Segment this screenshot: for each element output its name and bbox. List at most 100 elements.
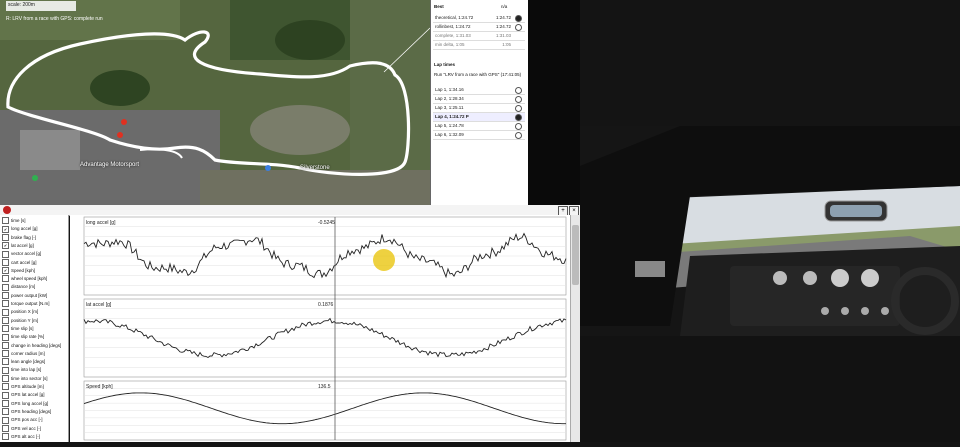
channel-item[interactable]: distance [m] xyxy=(2,283,66,292)
channel-label: GPS lat accel [g] xyxy=(11,392,45,398)
channel-item[interactable]: GPS alt acc [-] xyxy=(2,433,66,442)
checkbox-icon[interactable] xyxy=(2,391,9,399)
radio-icon[interactable] xyxy=(515,24,522,31)
checkbox-icon[interactable] xyxy=(2,424,9,432)
channel-item[interactable]: time slip rate [%] xyxy=(2,333,66,342)
channel-item[interactable]: wheel speed [kph] xyxy=(2,275,66,284)
channel-label: lat accel [g] xyxy=(11,242,34,248)
channel-label: GPS vel acc [-] xyxy=(11,425,42,431)
checkbox-checked-icon[interactable]: ✔ xyxy=(2,242,9,250)
channel-label: corner radius [m] xyxy=(11,350,45,356)
channel-item[interactable]: brake flag [-] xyxy=(2,233,66,243)
checkbox-icon[interactable] xyxy=(2,316,9,324)
best-row-complete[interactable]: complete, 1:31.03 1:31.03 xyxy=(433,32,525,41)
checkbox-icon[interactable] xyxy=(2,275,9,283)
graph-area[interactable]: long accel [g] -0.5245 lat accel [g] 0.1876… xyxy=(70,215,570,442)
checkbox-icon[interactable] xyxy=(2,325,9,333)
video-frame xyxy=(580,126,960,336)
channel-label: distance [m] xyxy=(11,284,36,290)
channel-item[interactable]: cart accel [g] xyxy=(2,258,66,268)
lap-item-4[interactable]: Lap 4, 1:24.72 P xyxy=(433,113,525,122)
channel-label: GPS alt acc [-] xyxy=(11,433,41,439)
channel-label: torque output [N.m] xyxy=(11,301,50,306)
best-row-theoretical[interactable]: theoretical, 1:24.72 1:24.72 xyxy=(433,14,525,23)
lap-item-6[interactable]: Lap 6, 1:32.09 xyxy=(433,131,525,140)
channel-item[interactable]: vector accel [g] xyxy=(2,250,66,259)
checkbox-icon[interactable] xyxy=(2,283,9,291)
checkbox-icon[interactable] xyxy=(2,399,9,407)
channel-label: time into lap [s] xyxy=(11,367,42,373)
checkbox-icon[interactable] xyxy=(2,300,9,308)
graph-label: long accel [g] xyxy=(86,220,116,226)
channel-item[interactable]: GPS heading [degs] xyxy=(2,408,66,417)
channel-item[interactable]: lean angle [degs] xyxy=(2,358,66,367)
onboard-video[interactable] xyxy=(580,126,960,336)
channel-item[interactable]: time into sector [s] xyxy=(2,375,66,384)
channel-item[interactable]: change in heading [degs] xyxy=(2,341,66,351)
checkbox-icon[interactable] xyxy=(2,350,9,358)
radio-icon[interactable] xyxy=(515,114,522,121)
radio-icon[interactable] xyxy=(515,96,522,103)
checkbox-icon[interactable] xyxy=(2,217,9,225)
lap-item-1[interactable]: Lap 1, 1:34.16 xyxy=(433,86,525,95)
track-map[interactable]: scale: 200m R: LRV from a race with GPS:… xyxy=(0,0,430,205)
checkbox-icon[interactable] xyxy=(2,250,9,258)
radio-icon[interactable] xyxy=(515,87,522,94)
radio-icon[interactable] xyxy=(515,105,522,112)
checkbox-icon[interactable] xyxy=(2,375,9,382)
lap-item-5[interactable]: Lap 5, 1:24.78 xyxy=(433,122,525,131)
record-icon[interactable] xyxy=(3,206,11,214)
map-label-silverstone: Silverstone xyxy=(300,165,330,171)
channel-item[interactable]: power output [kW] xyxy=(2,292,66,301)
channel-label: time slip rate [%] xyxy=(11,334,45,340)
checkbox-icon[interactable] xyxy=(2,408,9,416)
channel-item[interactable]: position X [m] xyxy=(2,308,66,317)
channel-item[interactable]: ✔ lat accel [g] xyxy=(2,242,66,251)
checkbox-icon[interactable] xyxy=(2,358,9,366)
laps-header: Lap times xyxy=(434,62,456,67)
checkbox-icon[interactable] xyxy=(2,258,9,266)
checkbox-icon[interactable] xyxy=(2,366,9,374)
channel-label: GPS heading [degs] xyxy=(11,408,52,414)
channel-item[interactable]: corner radius [m] xyxy=(2,350,66,359)
radio-icon[interactable] xyxy=(515,123,522,130)
channel-item[interactable]: GPS pos acc [-] xyxy=(2,416,66,425)
lap-item-2[interactable]: Lap 2, 1:28.34 xyxy=(433,95,525,104)
checkbox-icon[interactable] xyxy=(2,433,9,441)
radio-icon[interactable] xyxy=(515,15,522,22)
lap-item-3[interactable]: Lap 3, 1:25.11 xyxy=(433,104,525,113)
channel-label: time [s] xyxy=(11,218,26,223)
checkbox-icon[interactable] xyxy=(2,308,9,316)
channel-item[interactable]: GPS long accel [g] xyxy=(2,399,66,409)
map-title: R: LRV from a race with GPS: complete ru… xyxy=(6,16,103,22)
pointer-highlight xyxy=(373,249,395,271)
channel-list[interactable]: time [s] ✔ long accel [g] brake flag [-] ✔ la… xyxy=(0,215,69,442)
checkbox-icon[interactable] xyxy=(2,233,9,241)
best-lap-panel: Best n/a theoretical, 1:24.72 1:24.72 rol… xyxy=(430,0,529,205)
channel-item[interactable]: torque output [N.m] xyxy=(2,300,66,309)
channel-item[interactable]: time [s] xyxy=(2,217,66,226)
checkbox-icon[interactable] xyxy=(2,383,9,391)
checkbox-icon[interactable] xyxy=(2,292,9,299)
channel-item[interactable]: ✔ Speed [kph] xyxy=(2,267,66,276)
best-row-rollin[interactable]: rollinbest, 1:24.72 1:24.72 xyxy=(433,23,525,32)
checkbox-checked-icon[interactable]: ✔ xyxy=(2,225,9,233)
channel-item[interactable]: GPS vel acc [-] xyxy=(2,424,66,434)
channel-item[interactable]: time into lap [s] xyxy=(2,366,66,375)
channel-item[interactable]: GPS altitude [m] xyxy=(2,383,66,392)
checkbox-icon[interactable] xyxy=(2,416,9,424)
checkbox-icon[interactable] xyxy=(2,333,9,341)
telemetry-graphs[interactable]: long accel [g] -0.5245 lat accel [g] 0.1876… xyxy=(70,215,570,442)
channel-label: brake flag [-] xyxy=(11,234,37,240)
satellite-map xyxy=(0,0,430,205)
channel-item[interactable]: time slip [s] xyxy=(2,325,66,334)
radio-icon[interactable] xyxy=(515,132,522,139)
channel-item[interactable]: position Y [m] xyxy=(2,316,66,326)
channel-item[interactable]: GPS lat accel [g] xyxy=(2,391,66,400)
checkbox-checked-icon[interactable]: ✔ xyxy=(2,267,9,275)
scroll-thumb[interactable] xyxy=(572,225,579,285)
best-row-min-delta[interactable]: min delta, 1:05 1:05 xyxy=(433,41,525,50)
channel-item[interactable]: ✔ long accel [g] xyxy=(2,225,66,234)
channel-label: position Y [m] xyxy=(11,317,39,323)
checkbox-icon[interactable] xyxy=(2,341,9,349)
